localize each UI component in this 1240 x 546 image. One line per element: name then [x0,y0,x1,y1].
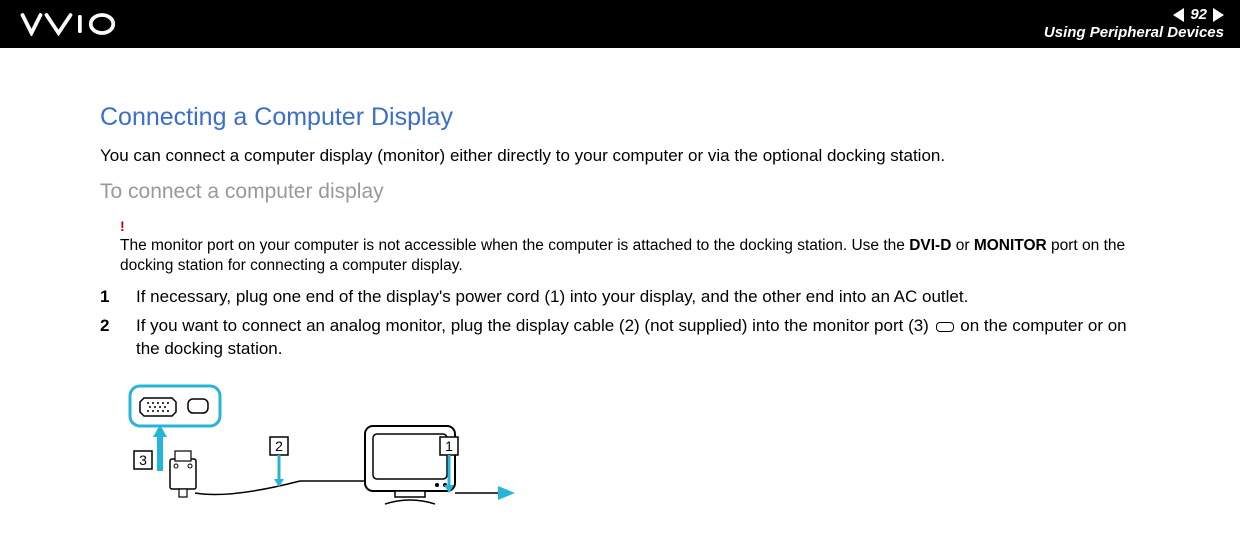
page-number: 92 [1190,6,1207,24]
section-title: Using Peripheral Devices [1044,24,1224,42]
nav-prev-icon[interactable] [1173,8,1184,22]
header-right: 92 Using Peripheral Devices [1044,6,1224,42]
step-number: 1 [100,286,136,309]
step-text-part-a: If you want to connect an analog monitor… [136,316,934,335]
step-item: 1 If necessary, plug one end of the disp… [100,286,1140,309]
connection-diagram: 3 2 [120,381,1140,516]
subheading: To connect a computer display [100,180,1140,204]
warning-icon: ! [120,218,1140,234]
step-item: 2 If you want to connect an analog monit… [100,315,1140,361]
monitor-port-icon [936,322,954,332]
step-list: 1 If necessary, plug one end of the disp… [100,286,1140,361]
warning-note: ! The monitor port on your computer is n… [120,218,1140,276]
page-content: Connecting a Computer Display You can co… [0,48,1240,546]
diagram-label-1: 1 [445,438,453,454]
diagram-label-2: 2 [275,438,283,454]
step-text: If necessary, plug one end of the displa… [136,286,1140,309]
header-bar: 92 Using Peripheral Devices [0,0,1240,48]
note-bold-monitor: MONITOR [974,237,1047,254]
intro-text: You can connect a computer display (moni… [100,146,1140,166]
note-part-1: The monitor port on your computer is not… [120,237,909,254]
note-part-2: or [951,237,973,254]
step-text: If you want to connect an analog monitor… [136,315,1140,361]
note-bold-dvi: DVI-D [909,237,951,254]
page-title: Connecting a Computer Display [100,103,1140,132]
step-number: 2 [100,315,136,338]
vaio-logo [16,12,146,36]
nav-next-icon[interactable] [1213,8,1224,22]
diagram-label-3: 3 [139,452,147,468]
